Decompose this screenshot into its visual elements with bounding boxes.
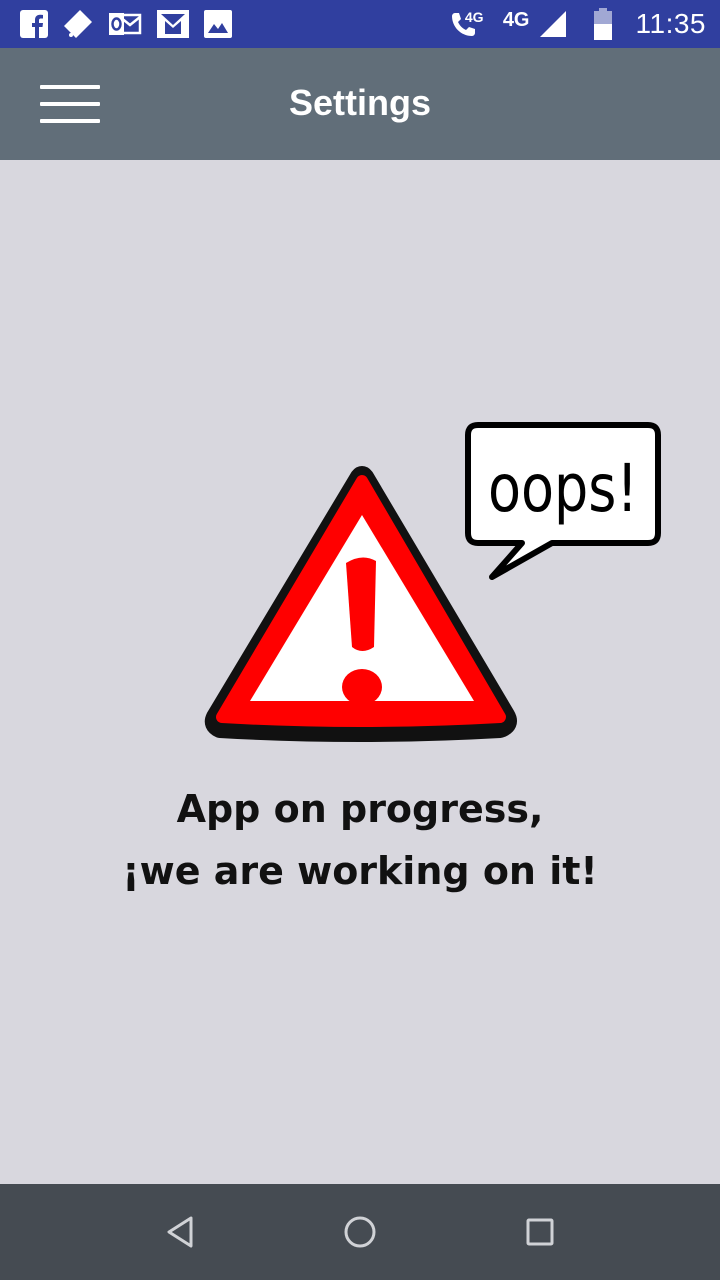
system-status-icons: 4G 4G 11:35 <box>449 4 706 44</box>
message-line-1: App on progress, <box>176 787 544 831</box>
progress-message: App on progress, ¡we are working on it! <box>0 778 720 902</box>
image-icon <box>204 10 232 38</box>
speech-bubble: oops! <box>465 422 661 580</box>
clock: 11:35 <box>635 8 706 39</box>
recents-button[interactable] <box>510 1202 570 1262</box>
main-content: oops! App on progress, ¡we are working o… <box>0 160 720 1184</box>
wifi-call-icon: 4G <box>449 9 484 39</box>
warning-triangle-icon <box>204 466 517 742</box>
home-icon <box>344 1216 376 1248</box>
tag-icon <box>62 8 94 40</box>
screen: 4G 4G 11:35 Settings oops! App on progre… <box>0 0 720 1280</box>
status-bar: 4G 4G 11:35 <box>0 0 720 48</box>
warning-illustration: oops! <box>204 422 661 742</box>
gmail-icon <box>156 9 190 39</box>
notification-icons <box>20 8 232 40</box>
back-button[interactable] <box>150 1202 210 1262</box>
page-title: Settings <box>288 82 431 123</box>
bubble-text: oops! <box>488 450 638 527</box>
network-label: 4G <box>502 8 530 31</box>
app-bar: Settings <box>0 48 720 160</box>
battery-icon <box>593 8 612 40</box>
recents-icon <box>526 1218 554 1246</box>
outlook-icon <box>108 9 142 39</box>
home-button[interactable] <box>330 1202 390 1262</box>
facebook-icon <box>20 10 48 38</box>
navigation-bar <box>0 1184 720 1280</box>
back-icon <box>167 1216 193 1248</box>
signal-icon <box>539 11 566 37</box>
message-line-2: ¡we are working on it! <box>122 849 598 893</box>
call-network-label: 4G <box>464 9 484 25</box>
